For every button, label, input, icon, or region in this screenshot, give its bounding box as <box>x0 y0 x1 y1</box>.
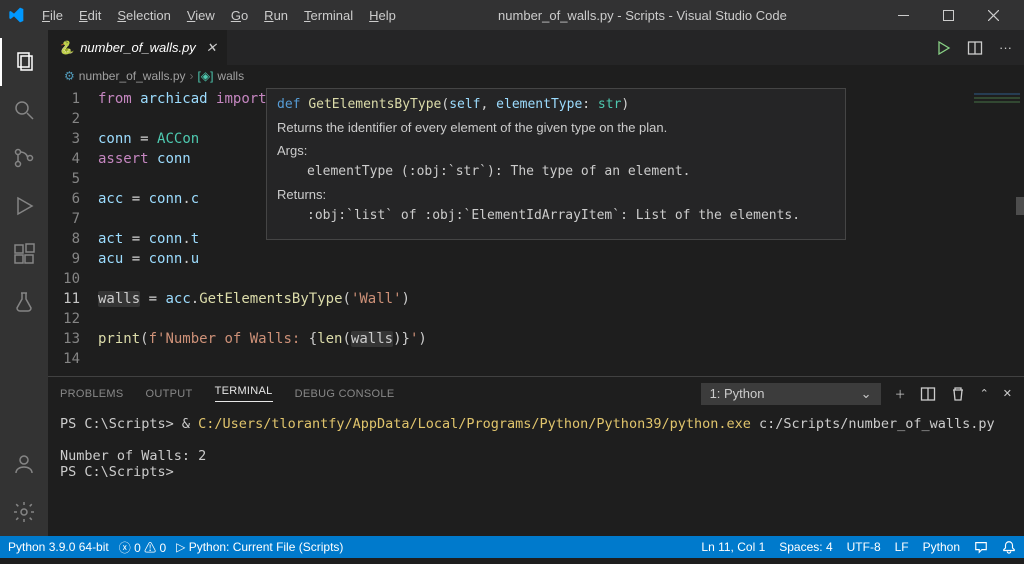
window-controls <box>881 0 1016 30</box>
feedback-icon[interactable] <box>974 540 988 554</box>
scrollbar-indicator[interactable] <box>1016 197 1024 215</box>
bottom-panel: PROBLEMS OUTPUT TERMINAL DEBUG CONSOLE 1… <box>48 376 1024 536</box>
close-button[interactable] <box>971 0 1016 30</box>
notifications-icon[interactable] <box>1002 540 1016 554</box>
terminal-content[interactable]: PS C:\Scripts> & C:/Users/tlorantfy/AppD… <box>48 410 1024 536</box>
close-panel-icon[interactable]: ✕ <box>1003 387 1012 400</box>
activity-bar <box>0 30 48 536</box>
status-line-col[interactable]: Ln 11, Col 1 <box>701 540 765 554</box>
kill-terminal-icon[interactable] <box>950 386 966 402</box>
menu-view[interactable]: View <box>179 4 223 27</box>
maximize-button[interactable] <box>926 0 971 30</box>
account-icon[interactable] <box>0 440 48 488</box>
tab-number-of-walls[interactable]: 🐍 number_of_walls.py ✕ <box>48 30 227 65</box>
terminal-selector[interactable]: 1: Python ⌄ <box>701 383 881 405</box>
menu-file[interactable]: File <box>34 4 71 27</box>
menu-run[interactable]: Run <box>256 4 296 27</box>
status-spaces[interactable]: Spaces: 4 <box>779 540 832 554</box>
python-file-icon: ⚙ <box>64 69 75 83</box>
chevron-down-icon: ⌄ <box>861 386 872 402</box>
search-view-icon[interactable] <box>0 86 48 134</box>
tab-close-icon[interactable]: ✕ <box>206 40 217 56</box>
run-python-file-icon[interactable] <box>935 40 951 56</box>
hover-description: Returns the identifier of every element … <box>277 120 835 135</box>
run-debug-icon[interactable] <box>0 182 48 230</box>
split-terminal-icon[interactable] <box>920 386 936 402</box>
menu-edit[interactable]: Edit <box>71 4 109 27</box>
source-control-icon[interactable] <box>0 134 48 182</box>
status-language[interactable]: Python <box>923 540 960 554</box>
breadcrumb[interactable]: ⚙ number_of_walls.py › [◈] walls <box>48 65 1024 87</box>
testing-icon[interactable] <box>0 278 48 326</box>
code-editor[interactable]: 1234567891011121314 from archicad import… <box>48 87 1024 376</box>
minimize-button[interactable] <box>881 0 926 30</box>
maximize-panel-icon[interactable]: ⌃ <box>980 387 989 400</box>
tab-filename: number_of_walls.py <box>80 40 196 55</box>
breadcrumb-file[interactable]: number_of_walls.py <box>79 69 186 83</box>
status-encoding[interactable]: UTF-8 <box>847 540 881 554</box>
variable-icon: [◈] <box>198 69 214 83</box>
line-number-gutter: 1234567891011121314 <box>48 87 98 376</box>
tab-debug-console[interactable]: DEBUG CONSOLE <box>295 388 395 400</box>
settings-gear-icon[interactable] <box>0 488 48 536</box>
breadcrumb-symbol[interactable]: walls <box>217 69 244 83</box>
menu-selection[interactable]: Selection <box>109 4 178 27</box>
tab-problems[interactable]: PROBLEMS <box>60 388 124 400</box>
panel-tabs: PROBLEMS OUTPUT TERMINAL DEBUG CONSOLE 1… <box>48 377 1024 410</box>
status-eol[interactable]: LF <box>895 540 909 554</box>
status-debug-config[interactable]: ▷ Python: Current File (Scripts) <box>176 540 343 554</box>
new-terminal-icon[interactable]: ＋ <box>895 386 906 402</box>
menu-help[interactable]: Help <box>361 4 404 27</box>
explorer-view-icon[interactable] <box>0 38 48 86</box>
tab-terminal[interactable]: TERMINAL <box>215 385 273 402</box>
chevron-right-icon: › <box>190 69 194 83</box>
window-title: number_of_walls.py - Scripts - Visual St… <box>404 8 881 23</box>
more-actions-icon[interactable]: ··· <box>999 40 1012 55</box>
status-interpreter[interactable]: Python 3.9.0 64-bit <box>8 540 109 554</box>
hover-tooltip: def GetElementsByType(self, elementType:… <box>266 88 846 240</box>
menu-terminal[interactable]: Terminal <box>296 4 361 27</box>
vscode-icon <box>8 7 24 23</box>
split-editor-icon[interactable] <box>967 40 983 56</box>
menubar: File Edit Selection View Go Run Terminal… <box>0 0 1024 30</box>
menu-go[interactable]: Go <box>223 4 256 27</box>
python-file-icon: 🐍 <box>58 40 74 56</box>
status-bar: Python 3.9.0 64-bit ⓧ 0 ⚠ 0 ▷ Python: Cu… <box>0 536 1024 558</box>
extensions-icon[interactable] <box>0 230 48 278</box>
tab-output[interactable]: OUTPUT <box>146 388 193 400</box>
minimap[interactable] <box>969 87 1024 376</box>
status-problems[interactable]: ⓧ 0 ⚠ 0 <box>119 539 166 556</box>
editor-tabs: 🐍 number_of_walls.py ✕ ··· <box>48 30 1024 65</box>
